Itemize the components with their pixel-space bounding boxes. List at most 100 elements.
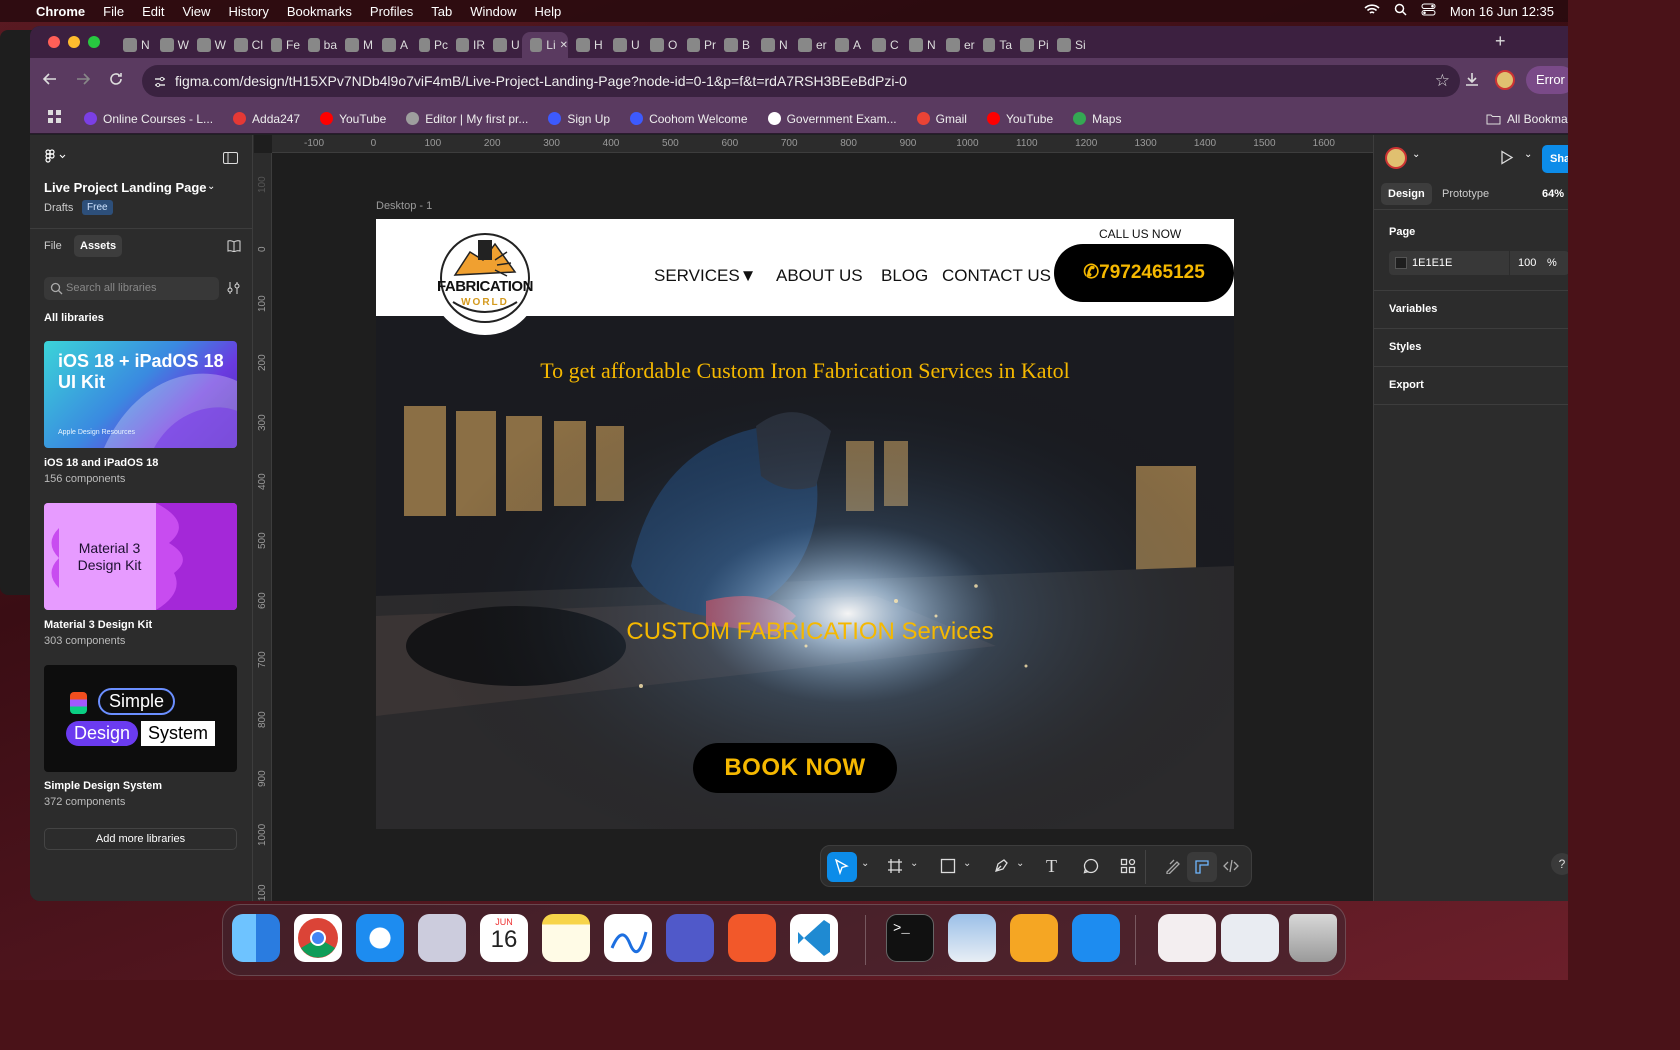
menu-window[interactable]: Window — [461, 4, 525, 19]
address-bar[interactable]: figma.com/design/tH15XPv7NDb4l9o7viF4mB/… — [142, 65, 1460, 97]
variables-section[interactable]: Variables — [1389, 303, 1437, 315]
chevron-down-icon[interactable]: ⌄ — [861, 858, 869, 869]
downloads-icon[interactable] — [1464, 71, 1480, 92]
url-text[interactable]: figma.com/design/tH15XPv7NDb4l9o7viF4mB/… — [175, 73, 907, 89]
library-search-input[interactable]: Search all libraries — [44, 277, 219, 300]
browser-tab[interactable]: B — [716, 32, 753, 58]
user-avatar[interactable] — [1385, 147, 1407, 169]
page-color-value[interactable]: 1E1E1E — [1412, 257, 1452, 269]
browser-tab[interactable]: W — [189, 32, 226, 58]
browser-tab[interactable]: Si — [1049, 32, 1086, 58]
chevron-down-icon[interactable]: ⌄ — [1016, 858, 1024, 869]
menu-edit[interactable]: Edit — [133, 4, 173, 19]
preview-icon[interactable] — [948, 914, 996, 962]
window-minimize-button[interactable] — [68, 36, 80, 48]
teams-icon[interactable] — [666, 914, 714, 962]
chevron-down-icon[interactable]: ⌄ — [1412, 149, 1420, 160]
bookmark-item[interactable]: Editor | My first pr... — [406, 112, 528, 126]
styles-section[interactable]: Styles — [1389, 341, 1421, 353]
recent-document-thumbnail[interactable] — [1158, 914, 1216, 962]
nav-contact-us[interactable]: CONTACT US — [942, 266, 1051, 286]
export-section[interactable]: Export — [1389, 379, 1424, 391]
browser-tab[interactable]: U — [485, 32, 522, 58]
launchpad-icon[interactable] — [418, 914, 466, 962]
profile-error-chip[interactable]: Error — [1526, 66, 1568, 94]
forward-icon[interactable] — [75, 71, 91, 92]
browser-tab[interactable]: A — [374, 32, 411, 58]
library-card-ios18[interactable]: iOS 18 + iPadOS 18 UI Kit Apple Design R… — [44, 341, 237, 448]
bookmark-item[interactable]: Online Courses - L... — [84, 112, 213, 126]
bookmark-item[interactable]: Government Exam... — [767, 112, 897, 126]
dev-mode-icon[interactable] — [1223, 858, 1239, 879]
chevron-down-icon[interactable]: ⌄ — [910, 858, 918, 869]
help-icon[interactable]: ? — [1551, 853, 1568, 875]
keynote-icon[interactable] — [1072, 914, 1120, 962]
wifi-icon[interactable] — [1364, 3, 1380, 19]
browser-tab[interactable]: N — [115, 32, 152, 58]
nav-services[interactable]: SERVICES▼ — [654, 266, 757, 286]
browser-tab[interactable]: H — [568, 32, 605, 58]
menu-profiles[interactable]: Profiles — [361, 4, 422, 19]
present-play-icon[interactable] — [1500, 150, 1514, 170]
frame-label[interactable]: Desktop - 1 — [376, 200, 432, 212]
vscode-icon[interactable] — [790, 914, 838, 962]
text-tool-icon[interactable]: T — [1046, 856, 1057, 877]
color-swatch[interactable] — [1395, 257, 1407, 269]
control-center-icon[interactable] — [1421, 3, 1436, 19]
freeform-icon[interactable] — [604, 914, 652, 962]
actions-tool-icon[interactable] — [1120, 858, 1136, 879]
move-tool-button[interactable] — [827, 852, 857, 882]
bookmark-star-icon[interactable]: ☆ — [1435, 65, 1450, 97]
phone-button[interactable]: ✆7972465125 — [1054, 244, 1234, 302]
trash-icon[interactable] — [1289, 914, 1337, 962]
recent-document-thumbnail[interactable] — [1221, 914, 1279, 962]
figma-main-menu-icon[interactable] — [45, 149, 67, 168]
tab-file[interactable]: File — [44, 240, 62, 252]
nav-blog[interactable]: BLOG — [881, 266, 928, 286]
file-title[interactable]: Live Project Landing Page — [44, 180, 207, 195]
bookmark-item[interactable]: Sign Up — [548, 112, 610, 126]
bookmark-item[interactable]: Maps — [1073, 112, 1121, 126]
page-opacity-value[interactable]: 100 — [1518, 257, 1536, 269]
chevron-down-icon[interactable]: ⌄ — [963, 858, 971, 869]
reload-icon[interactable] — [108, 71, 124, 92]
rectangle-tool-icon[interactable] — [940, 858, 956, 879]
menu-history[interactable]: History — [219, 4, 277, 19]
page-opacity-field[interactable]: 100 % — [1510, 251, 1568, 275]
pages-icon[interactable] — [1010, 914, 1058, 962]
terminal-icon[interactable]: >_ — [886, 914, 934, 962]
back-icon[interactable] — [42, 71, 58, 92]
sketch-pen-icon[interactable] — [728, 914, 776, 962]
chevron-down-icon[interactable]: ⌄ — [1524, 149, 1532, 160]
tab-prototype[interactable]: Prototype — [1442, 188, 1489, 200]
window-close-button[interactable] — [48, 36, 60, 48]
window-zoom-button[interactable] — [88, 36, 100, 48]
tab-design[interactable]: Design — [1381, 183, 1432, 205]
browser-tab[interactable]: Pi — [1012, 32, 1049, 58]
spotlight-search-icon[interactable] — [1394, 3, 1407, 19]
menu-help[interactable]: Help — [526, 4, 571, 19]
library-name[interactable]: Material 3 Design Kit — [44, 619, 152, 631]
design-mode-button[interactable] — [1187, 852, 1217, 882]
library-book-icon[interactable] — [227, 239, 241, 257]
finder-icon[interactable] — [232, 914, 280, 962]
library-card-material3[interactable]: Material 3 Design Kit — [44, 503, 237, 610]
design-canvas[interactable]: -100 0 100 200 300 400 500 600 700 800 900 1000 1100… — [254, 135, 1373, 901]
browser-tab[interactable]: Li ✕ — [522, 32, 568, 58]
browser-tab[interactable]: U — [605, 32, 642, 58]
browser-tab[interactable]: O — [642, 32, 679, 58]
browser-tab[interactable]: Fe — [263, 32, 300, 58]
draw-mode-icon[interactable] — [1165, 858, 1181, 879]
pen-tool-icon[interactable] — [993, 858, 1009, 879]
notes-icon[interactable] — [542, 914, 590, 962]
book-now-button[interactable]: BOOK NOW — [693, 743, 897, 793]
all-bookmarks[interactable]: All Bookma — [1486, 112, 1568, 126]
bookmark-item[interactable]: Adda247 — [233, 112, 300, 126]
chevron-down-icon[interactable]: ⌄ — [207, 181, 215, 192]
menu-app-name[interactable]: Chrome — [27, 4, 94, 19]
toggle-sidebar-icon[interactable] — [223, 151, 238, 169]
browser-tab[interactable]: N — [901, 32, 938, 58]
library-card-simple-design[interactable]: Simple Design System — [44, 665, 237, 772]
browser-tab[interactable]: Pc — [411, 32, 448, 58]
frame-tool-icon[interactable] — [887, 858, 903, 879]
